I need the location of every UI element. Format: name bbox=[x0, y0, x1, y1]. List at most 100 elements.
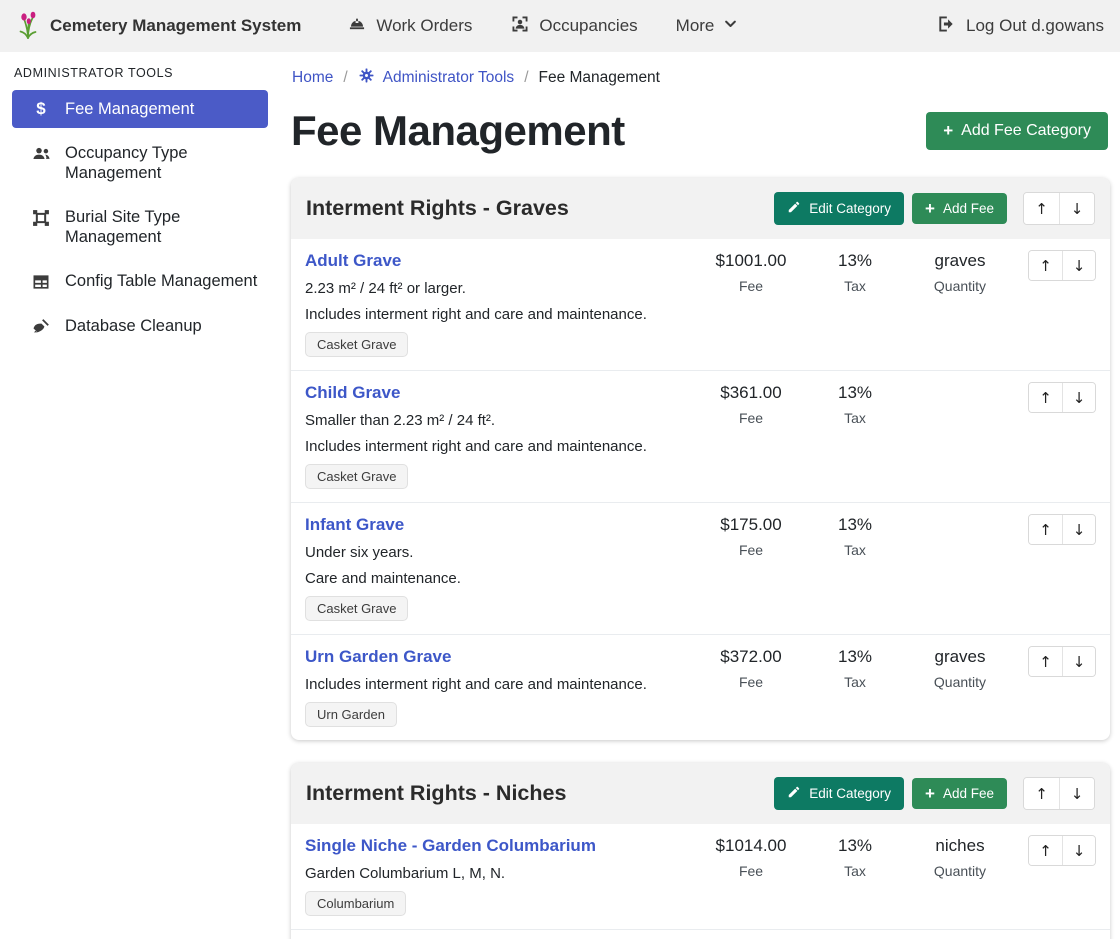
add-fee-button[interactable]: + Add Fee bbox=[912, 193, 1007, 224]
fee-description: Care and maintenance. bbox=[305, 570, 698, 587]
tax-col: 13% Tax bbox=[804, 645, 906, 690]
fee-name-link[interactable]: Infant Grave bbox=[305, 515, 404, 535]
table-icon bbox=[30, 272, 52, 292]
move-fee-up-button[interactable]: ↑ bbox=[1029, 836, 1062, 865]
arrow-up-icon: ↑ bbox=[1035, 785, 1048, 803]
nav-item-label: Occupancies bbox=[539, 16, 637, 36]
sidebar-item-label: Config Table Management bbox=[65, 271, 257, 291]
move-category-up-button[interactable]: ↑ bbox=[1024, 778, 1059, 809]
plus-icon: + bbox=[925, 202, 935, 216]
fee-main: Adult Grave 2.23 m² / 24 ft² or larger.I… bbox=[305, 249, 698, 357]
chevron-down-icon bbox=[723, 16, 738, 36]
move-fee-up-button[interactable]: ↑ bbox=[1029, 515, 1062, 544]
category-title: Interment Rights - Niches bbox=[306, 781, 766, 806]
edit-category-label: Edit Category bbox=[809, 201, 891, 216]
sidebar-item-burial-site-type-management[interactable]: Burial Site Type Management bbox=[12, 198, 268, 256]
move-category-down-button[interactable]: ↓ bbox=[1059, 193, 1094, 224]
page-title: Fee Management bbox=[291, 107, 625, 155]
sidebar-item-fee-management[interactable]: $ Fee Management bbox=[12, 90, 268, 128]
fee-amount-col: $1014.00 Fee bbox=[698, 834, 804, 879]
quantity-col: graves Quantity bbox=[906, 645, 1014, 690]
fee-reorder-controls: ↑ ↓ bbox=[1028, 646, 1096, 677]
arrow-down-icon: ↓ bbox=[1073, 653, 1086, 671]
fee-descriptions: Garden Columbarium L, M, N. bbox=[305, 865, 698, 882]
add-fee-category-button[interactable]: + Add Fee Category bbox=[926, 112, 1108, 150]
fee-description: Garden Columbarium L, M, N. bbox=[305, 865, 698, 882]
fee-amount-label: Fee bbox=[698, 410, 804, 426]
breadcrumb-section-label: Administrator Tools bbox=[383, 69, 515, 87]
sidebar-item-database-cleanup[interactable]: Database Cleanup bbox=[12, 307, 268, 346]
hard-hat-icon bbox=[347, 14, 367, 39]
move-fee-up-button[interactable]: ↑ bbox=[1029, 251, 1062, 280]
nav-item-more[interactable]: More bbox=[662, 16, 753, 36]
nav-item-work-orders[interactable]: Work Orders bbox=[333, 14, 486, 39]
fee-name-link[interactable]: Adult Grave bbox=[305, 251, 401, 271]
fee-main: Infant Grave Under six years.Care and ma… bbox=[305, 513, 698, 621]
tax-value: 13% bbox=[804, 836, 906, 856]
tax-label: Tax bbox=[804, 542, 906, 558]
top-navbar: Cemetery Management System Work Orders O… bbox=[0, 0, 1120, 52]
move-fee-down-button[interactable]: ↓ bbox=[1062, 251, 1095, 280]
fee-description: Includes interment right and care and ma… bbox=[305, 438, 698, 455]
fee-amount: $1014.00 bbox=[698, 836, 804, 856]
tax-value: 13% bbox=[804, 251, 906, 271]
arrow-up-icon: ↑ bbox=[1039, 842, 1052, 860]
fee-main: Urn Garden Grave Includes interment righ… bbox=[305, 645, 698, 727]
tax-value: 13% bbox=[804, 515, 906, 535]
fee-amount-label: Fee bbox=[698, 542, 804, 558]
move-fee-up-button[interactable]: ↑ bbox=[1029, 383, 1062, 412]
tax-col: 13% Tax bbox=[804, 513, 906, 558]
logout-icon bbox=[936, 14, 956, 39]
app-brand: Cemetery Management System bbox=[16, 9, 301, 44]
nav-item-occupancies[interactable]: Occupancies bbox=[496, 14, 651, 39]
fee-amount-label: Fee bbox=[698, 674, 804, 690]
move-fee-down-button[interactable]: ↓ bbox=[1062, 383, 1095, 412]
edit-category-button[interactable]: Edit Category bbox=[774, 192, 904, 225]
sidebar-item-label: Burial Site Type Management bbox=[65, 207, 258, 247]
fee-name-link[interactable]: Child Grave bbox=[305, 383, 400, 403]
add-fee-button[interactable]: + Add Fee bbox=[912, 778, 1007, 809]
sidebar-item-label: Database Cleanup bbox=[65, 316, 202, 336]
fee-description: 2.23 m² / 24 ft² or larger. bbox=[305, 280, 698, 297]
fee-description: Smaller than 2.23 m² / 24 ft². bbox=[305, 412, 698, 429]
quantity-value: graves bbox=[906, 647, 1014, 667]
occupancy-frame-icon bbox=[510, 14, 530, 39]
tax-value: 13% bbox=[804, 647, 906, 667]
edit-category-label: Edit Category bbox=[809, 786, 891, 801]
breadcrumb-home-link[interactable]: Home bbox=[292, 69, 333, 87]
move-fee-up-button[interactable]: ↑ bbox=[1029, 647, 1062, 676]
fee-reorder-controls: ↑ ↓ bbox=[1028, 250, 1096, 281]
fee-amount-col: $175.00 Fee bbox=[698, 513, 804, 558]
fee-descriptions: Includes interment right and care and ma… bbox=[305, 676, 698, 693]
pencil-icon bbox=[787, 785, 801, 802]
arrow-up-icon: ↑ bbox=[1039, 389, 1052, 407]
category-reorder-controls: ↑ ↓ bbox=[1023, 192, 1095, 225]
edit-category-button[interactable]: Edit Category bbox=[774, 777, 904, 810]
category-header: Interment Rights - Niches Edit Category … bbox=[291, 763, 1110, 824]
fee-name-link[interactable]: Urn Garden Grave bbox=[305, 647, 451, 667]
fee-category-card: Interment Rights - Niches Edit Category … bbox=[291, 763, 1110, 939]
fee-row: Adult Grave 2.23 m² / 24 ft² or larger.I… bbox=[291, 239, 1110, 371]
fee-amount: $372.00 bbox=[698, 647, 804, 667]
move-category-down-button[interactable]: ↓ bbox=[1059, 778, 1094, 809]
fee-descriptions: Under six years.Care and maintenance. bbox=[305, 544, 698, 587]
breadcrumb-current: Fee Management bbox=[539, 69, 661, 87]
move-category-up-button[interactable]: ↑ bbox=[1024, 193, 1059, 224]
fee-amount-col: $372.00 Fee bbox=[698, 645, 804, 690]
category-header: Interment Rights - Graves Edit Category … bbox=[291, 178, 1110, 239]
fee-amount-label: Fee bbox=[698, 278, 804, 294]
sidebar-item-occupancy-type-management[interactable]: Occupancy Type Management bbox=[12, 134, 268, 192]
fee-row: Urn Garden Grave Includes interment righ… bbox=[291, 635, 1110, 740]
move-fee-down-button[interactable]: ↓ bbox=[1062, 515, 1095, 544]
fee-main: Single Niche - Garden Columbarium Garden… bbox=[305, 834, 698, 916]
tax-col: 13% Tax bbox=[804, 834, 906, 879]
fee-reorder-controls: ↑ ↓ bbox=[1028, 835, 1096, 866]
breadcrumb-admin-tools-link[interactable]: Administrator Tools bbox=[358, 67, 515, 89]
move-fee-down-button[interactable]: ↓ bbox=[1062, 647, 1095, 676]
logout-button[interactable]: Log Out d.gowans bbox=[936, 14, 1104, 39]
arrow-down-icon: ↓ bbox=[1073, 521, 1086, 539]
move-fee-down-button[interactable]: ↓ bbox=[1062, 836, 1095, 865]
sidebar-item-config-table-management[interactable]: Config Table Management bbox=[12, 262, 268, 301]
tax-value: 13% bbox=[804, 383, 906, 403]
fee-name-link[interactable]: Single Niche - Garden Columbarium bbox=[305, 836, 596, 856]
